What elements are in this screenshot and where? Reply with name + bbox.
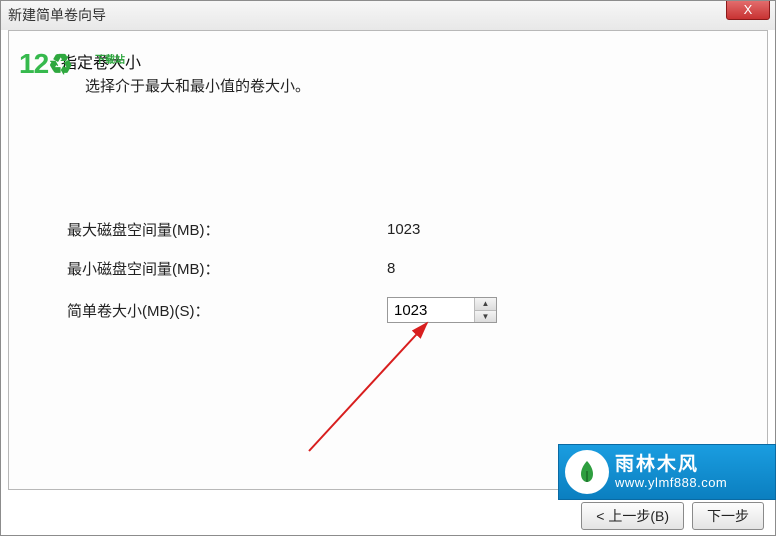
brand-url: www.ylmf888.com — [615, 476, 727, 489]
max-disk-label: 最大磁盘空间量(MB)： — [67, 219, 387, 240]
brand-banner: 雨林木风 www.ylmf888.com — [558, 444, 776, 500]
brand-logo-icon — [565, 450, 609, 494]
section-subtitle: 选择介于最大和最小值的卷大小。 — [85, 75, 310, 96]
spinner-up-button[interactable]: ▲ — [475, 298, 496, 311]
wizard-content: 12♻ 下载站 指定卷大小 选择介于最大和最小值的卷大小。 最大磁盘空间量(MB… — [8, 30, 768, 490]
brand-name: 雨林木风 — [615, 455, 727, 474]
volume-size-label: 简单卷大小(MB)(S)： — [67, 300, 387, 321]
annotation-arrow — [299, 301, 469, 471]
watermark-121: 12♻ — [19, 47, 72, 80]
min-disk-row: 最小磁盘空间量(MB)： 8 — [67, 258, 739, 279]
close-button[interactable]: X — [726, 0, 770, 20]
spinner-down-button[interactable]: ▼ — [475, 311, 496, 323]
form-area: 最大磁盘空间量(MB)： 1023 最小磁盘空间量(MB)： 8 简单卷大小(M… — [67, 219, 739, 323]
volume-size-input[interactable] — [388, 298, 474, 322]
max-disk-row: 最大磁盘空间量(MB)： 1023 — [67, 219, 739, 240]
recycle-icon: ♻ — [48, 48, 72, 81]
close-icon: X — [744, 2, 753, 17]
max-disk-value: 1023 — [387, 221, 507, 238]
next-button[interactable]: 下一步 — [692, 502, 764, 530]
volume-size-row: 简单卷大小(MB)(S)： ▲ ▼ — [67, 297, 739, 323]
volume-size-spinner[interactable]: ▲ ▼ — [387, 297, 497, 323]
back-button[interactable]: < 上一步(B) — [581, 502, 684, 530]
min-disk-label: 最小磁盘空间量(MB)： — [67, 258, 387, 279]
min-disk-value: 8 — [387, 260, 507, 277]
wizard-buttons: < 上一步(B) 下一步 — [581, 502, 764, 530]
titlebar: 新建简单卷向导 X — [0, 0, 776, 30]
window-title: 新建简单卷向导 — [8, 5, 106, 25]
watermark-small: 下载站 — [95, 51, 125, 66]
